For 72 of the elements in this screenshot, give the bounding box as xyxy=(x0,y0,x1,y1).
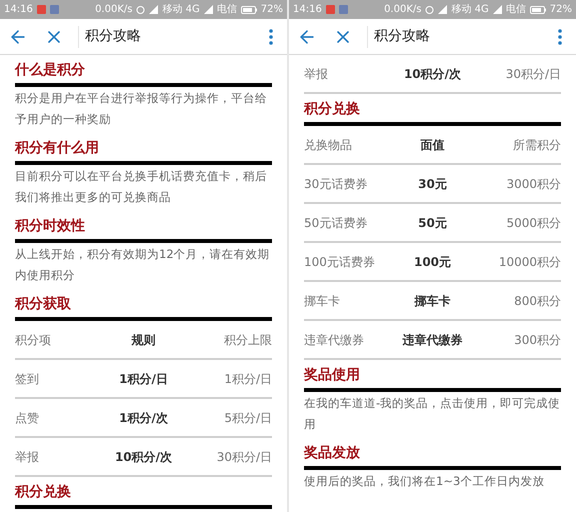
section-text: 目前积分可以在平台兑换手机话费充值卡，稍后我们将推出更多的可兑换商品 xyxy=(15,168,268,206)
section-heading: 积分时效性 xyxy=(15,217,86,236)
alarm-icon xyxy=(425,5,434,14)
table-cell-text: 10积分/次 xyxy=(114,448,174,466)
table-cell-text: 挪车卡 xyxy=(413,292,452,310)
table-cell-text: 100元话费券 xyxy=(304,254,376,270)
table-cell-text: 30元 xyxy=(417,176,448,192)
table-cell-text: 1积分/日 xyxy=(118,370,169,388)
page-title: 积分攻略 xyxy=(374,27,431,46)
column-header: 积分项 xyxy=(15,332,52,348)
table-cell-text: 50元话费券 xyxy=(304,214,368,232)
table-cell-text: 10000积分 xyxy=(498,254,561,270)
network-speed: 0.00K/s xyxy=(95,4,132,14)
table-cell-text: 举报 xyxy=(304,66,329,82)
column-header: 面值 xyxy=(420,136,446,154)
table-cell-text: 违章代缴券 xyxy=(304,332,365,348)
section-heading: 积分兑换 xyxy=(15,483,72,502)
section-text: 积分是用户在平台进行举报等行为操作，平台给予用户的一种奖励 xyxy=(15,90,268,128)
table-cell-text: 300积分 xyxy=(513,332,561,348)
carrier-label: 移动 4G xyxy=(162,4,200,14)
section-heading: 积分有什么用 xyxy=(15,139,100,158)
signal-icon xyxy=(438,5,448,14)
battery-percent: 72% xyxy=(260,4,283,14)
signal-icon xyxy=(149,5,158,14)
table-cell-text: 30积分/日 xyxy=(504,66,561,82)
section-heading: 奖品使用 xyxy=(304,366,361,385)
battery-icon xyxy=(240,6,257,14)
message-icon xyxy=(338,5,348,14)
message-icon xyxy=(50,5,59,14)
section-heading: 积分获取 xyxy=(15,295,72,314)
more-icon xyxy=(269,28,273,44)
carrier-label: 电信 xyxy=(216,4,237,14)
battery-icon xyxy=(530,6,546,14)
table-cell-text: 100元 xyxy=(412,254,452,270)
column-header: 兑换物品 xyxy=(304,136,353,154)
table-cell-text: 50元 xyxy=(417,214,448,232)
notification-icon xyxy=(36,5,46,14)
table-cell-text: 5积分/日 xyxy=(223,410,272,426)
table-cell-text: 点赞 xyxy=(15,410,40,426)
column-header: 所需积分 xyxy=(512,136,561,154)
section-heading: 奖品发放 xyxy=(304,444,361,463)
alarm-icon xyxy=(136,5,146,14)
column-header: 积分上限 xyxy=(223,332,272,348)
section-text: 使用后的奖品，我们将在1~3个工作日内发放 xyxy=(304,473,546,490)
section-heading: 积分兑换 xyxy=(304,100,361,119)
table-cell-text: 800积分 xyxy=(513,292,561,310)
table-cell-text: 3000积分 xyxy=(505,176,561,192)
table-cell-text: 10积分/次 xyxy=(402,66,462,82)
battery-percent: 72% xyxy=(550,4,572,14)
table-cell-text: 挪车卡 xyxy=(304,292,341,310)
more-icon xyxy=(558,28,562,44)
signal-icon xyxy=(204,5,213,14)
section-text: 从上线开始，积分有效期为12个月，请在有效期内使用积分 xyxy=(15,246,271,284)
page-title: 积分攻略 xyxy=(85,27,142,46)
signal-icon xyxy=(492,5,502,14)
carrier-label: 电信 xyxy=(506,4,526,14)
table-cell-text: 1积分/次 xyxy=(118,410,169,426)
table-cell-text: 违章代缴券 xyxy=(402,332,464,348)
status-time: 14:16 xyxy=(4,4,33,14)
notification-icon xyxy=(326,5,335,14)
table-cell-text: 30积分/日 xyxy=(216,448,272,466)
column-header: 规则 xyxy=(130,332,156,348)
carrier-label: 移动 4G xyxy=(451,4,489,14)
status-time: 14:16 xyxy=(293,4,322,14)
network-speed: 0.00K/s xyxy=(384,4,422,14)
table-cell-text: 举报 xyxy=(15,448,40,466)
table-cell-text: 30元话费券 xyxy=(304,176,368,192)
table-cell-text: 5000积分 xyxy=(505,214,561,232)
table-cell-text: 签到 xyxy=(15,370,40,388)
section-heading: 什么是积分 xyxy=(15,61,86,80)
section-text: 在我的车道道-我的奖品，点击使用，即可完成使用 xyxy=(304,395,561,433)
table-cell-text: 1积分/日 xyxy=(223,370,272,388)
